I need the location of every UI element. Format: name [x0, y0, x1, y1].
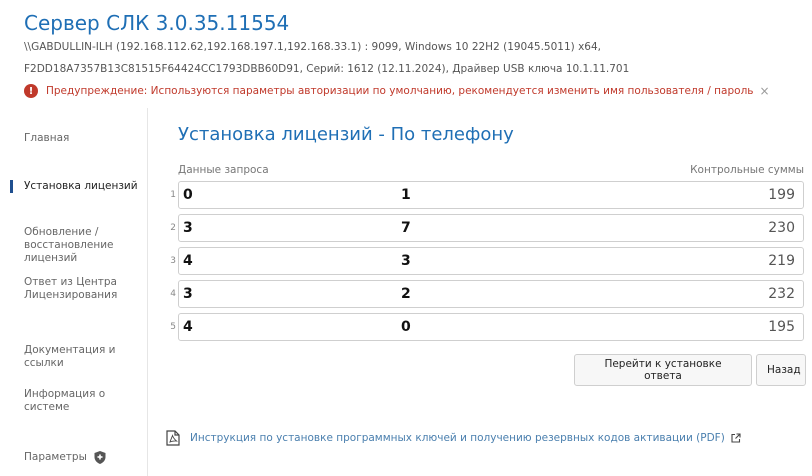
warning-banner: ! Предупреждение: Используются параметры… — [24, 84, 770, 98]
app-title: Сервер СЛК 3.0.35.11554 — [24, 11, 290, 35]
request-row: 3 4 3 219 — [162, 247, 804, 275]
sidebar: Главная Установка лицензий Обновление / … — [0, 108, 148, 476]
sidebar-item-settings[interactable]: Параметры — [10, 451, 140, 464]
request-row: 5 4 0 195 — [162, 313, 804, 341]
request-value-b: 7 — [401, 220, 411, 236]
main-content: Установка лицензий - По телефону Данные … — [148, 108, 812, 476]
sidebar-item-settings-label: Параметры — [24, 451, 87, 463]
go-to-response-install-button[interactable]: Перейти к установке ответа — [574, 354, 752, 386]
sidebar-item-install-licenses[interactable]: Установка лицензий — [10, 180, 140, 193]
sidebar-item-update-restore[interactable]: Обновление / восстановление лицензий — [10, 226, 140, 265]
row-number: 4 — [170, 289, 176, 299]
checksum-value: 195 — [768, 319, 795, 335]
request-value-b: 3 — [401, 253, 411, 269]
request-row: 1 0 1 199 — [162, 181, 804, 209]
request-input[interactable]: 4 0 195 — [178, 313, 804, 341]
sidebar-item-documentation[interactable]: Документация и ссылки — [10, 344, 140, 370]
back-button[interactable]: Назад — [756, 354, 806, 386]
row-number: 5 — [170, 322, 176, 332]
shield-icon — [94, 451, 106, 464]
request-input[interactable]: 0 1 199 — [178, 181, 804, 209]
column-header-request: Данные запроса — [178, 164, 269, 176]
sidebar-item-system-info[interactable]: Информация о системе — [10, 388, 140, 414]
request-value-a: 3 — [183, 220, 193, 236]
external-link-icon — [731, 433, 741, 443]
checksum-value: 232 — [768, 286, 795, 302]
pdf-icon — [166, 430, 180, 446]
request-input[interactable]: 3 2 232 — [178, 280, 804, 308]
request-input[interactable]: 4 3 219 — [178, 247, 804, 275]
request-value-a: 0 — [183, 187, 193, 203]
request-input[interactable]: 3 7 230 — [178, 214, 804, 242]
checksum-value: 219 — [768, 253, 795, 269]
request-value-a: 4 — [183, 319, 193, 335]
server-info-line-1: \\GABDULLIN-ILH (192.168.112.62,192.168.… — [24, 41, 602, 53]
request-value-b: 0 — [401, 319, 411, 335]
request-value-b: 1 — [401, 187, 411, 203]
warning-text: Предупреждение: Используются параметры а… — [46, 85, 754, 97]
sidebar-item-home[interactable]: Главная — [10, 132, 140, 145]
warning-icon: ! — [24, 84, 38, 98]
pdf-instruction-link-label: Инструкция по установке программных ключ… — [190, 432, 725, 444]
close-icon[interactable]: × — [759, 84, 769, 98]
request-row: 4 3 2 232 — [162, 280, 804, 308]
row-number: 1 — [170, 190, 176, 200]
checksum-value: 199 — [768, 187, 795, 203]
row-number: 2 — [170, 223, 176, 233]
sidebar-item-licensing-center-response[interactable]: Ответ из Центра Лицензирования — [10, 276, 140, 302]
column-header-checksum: Контрольные суммы — [690, 164, 804, 176]
request-row: 2 3 7 230 — [162, 214, 804, 242]
checksum-value: 230 — [768, 220, 795, 236]
pdf-instruction-link[interactable]: Инструкция по установке программных ключ… — [166, 430, 741, 446]
server-info-line-2: F2DD18A7357B13C81515F64424CC1793DBB60D91… — [24, 63, 630, 75]
request-value-a: 4 — [183, 253, 193, 269]
page-title: Установка лицензий - По телефону — [178, 124, 514, 145]
request-value-a: 3 — [183, 286, 193, 302]
row-number: 3 — [170, 256, 176, 266]
header: Сервер СЛК 3.0.35.11554 \\GABDULLIN-ILH … — [0, 0, 812, 108]
request-value-b: 2 — [401, 286, 411, 302]
